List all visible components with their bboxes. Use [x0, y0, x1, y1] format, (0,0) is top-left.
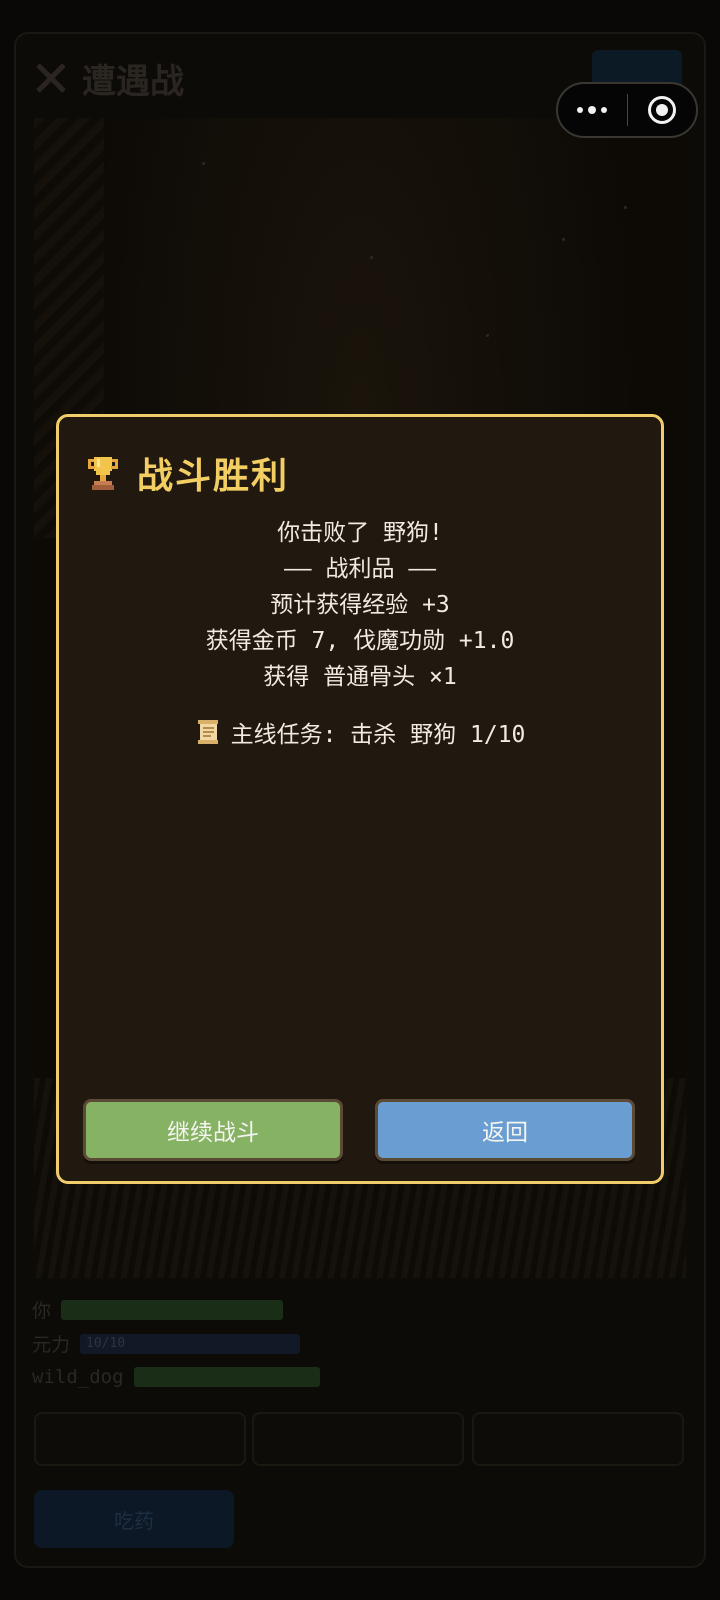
more-button[interactable]	[558, 84, 627, 136]
enemy-hp-bar	[133, 1367, 320, 1387]
defeat-message: 你击败了 野狗!	[277, 520, 443, 546]
star-decoration	[370, 256, 373, 259]
item-reward: 获得 普通骨头 ×1	[263, 664, 457, 690]
mana-label: 元力	[32, 1334, 71, 1356]
enemy-label: wild_dog	[32, 1366, 124, 1388]
star-decoration	[202, 162, 205, 165]
player-label: 你	[32, 1300, 52, 1322]
potion-button[interactable]: 吃药	[34, 1490, 234, 1548]
loot-heading: —— 战利品 ——	[283, 556, 437, 582]
quest-progress: 主线任务: 击杀 野狗 1/10	[59, 715, 661, 749]
skill-button-1[interactable]	[34, 1412, 246, 1466]
capsule-menu	[556, 82, 698, 138]
star-decoration	[486, 334, 489, 337]
trophy-icon	[88, 457, 118, 490]
player-mana-row: 元力 10/10	[32, 1330, 301, 1357]
continue-battle-button[interactable]: 继续战斗	[83, 1099, 343, 1161]
page-title: 遭遇战	[34, 56, 184, 102]
player-hp-bar	[61, 1299, 284, 1320]
more-dots-icon	[577, 106, 608, 114]
quest-text: 主线任务: 击杀 野狗 1/10	[230, 722, 526, 748]
gold-reward: 获得金币 7, 伐魔功勋 +1.0	[205, 628, 515, 654]
battle-summary: 你击败了 野狗! —— 战利品 —— 预计获得经验 +3 获得金币 7, 伐魔功…	[59, 515, 661, 695]
player-hp-row: 你	[32, 1296, 284, 1323]
mana-bar: 10/10	[80, 1333, 301, 1354]
close-button[interactable]	[628, 84, 697, 136]
back-button[interactable]: 返回	[375, 1099, 635, 1161]
star-decoration	[624, 206, 627, 209]
game-title-text: 遭遇战	[82, 61, 184, 102]
dialog-header: 战斗胜利	[83, 447, 289, 499]
dialog-title: 战斗胜利	[137, 456, 290, 497]
exp-reward: 预计获得经验 +3	[270, 592, 450, 618]
skill-button-3[interactable]	[472, 1412, 684, 1466]
victory-dialog: 战斗胜利 你击败了 野狗! —— 战利品 —— 预计获得经验 +3 获得金币 7…	[56, 414, 664, 1184]
enemy-hp-row: wild_dog	[32, 1366, 320, 1388]
star-decoration	[562, 238, 565, 241]
skill-button-2[interactable]	[252, 1412, 464, 1466]
crossed-swords-icon	[36, 63, 66, 93]
target-close-icon	[647, 96, 676, 124]
scroll-icon	[197, 720, 218, 744]
